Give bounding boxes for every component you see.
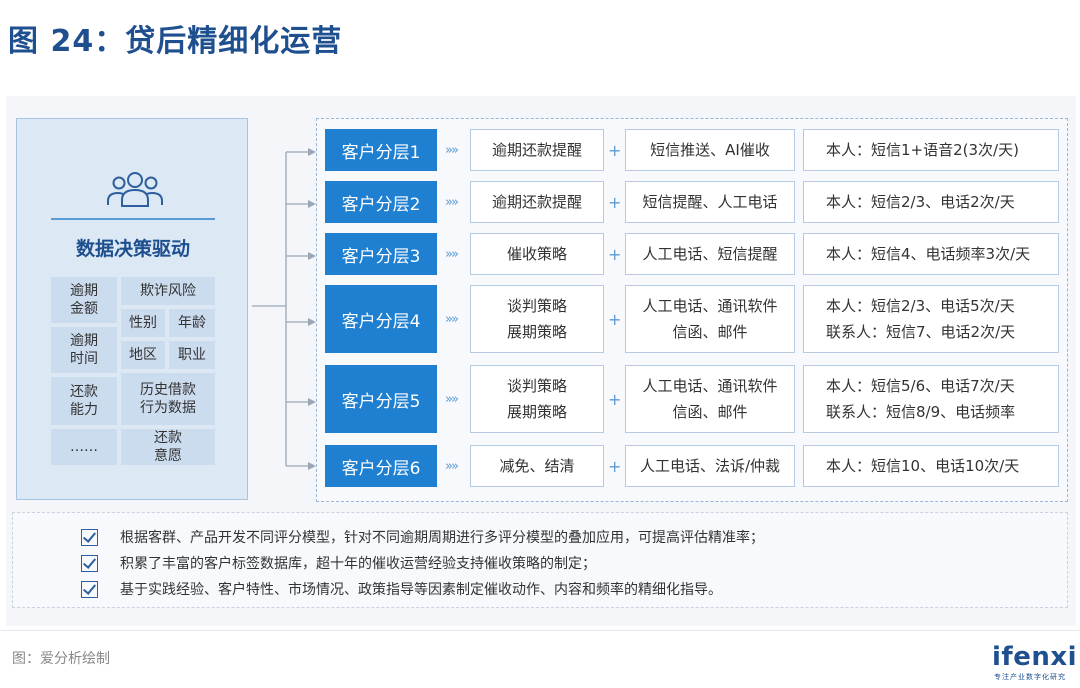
plus-icon: + xyxy=(608,192,622,212)
note-item: 积累了丰富的客户标签数据库，超十年的催收运营经验支持催收策略的制定； xyxy=(81,551,596,575)
frequency-cell: 本人：短信10、电话10次/天 xyxy=(803,445,1059,487)
cell-line: 人工电话、通讯软件 xyxy=(642,377,778,395)
ifenxi-logo: ifenxi xyxy=(992,642,1078,672)
plus-icon: + xyxy=(608,389,622,409)
segment-row: 客户分层4»» 谈判策略 展期策略 人工电话、通讯软件 信函、邮件 本人：短信2/3、电话… xyxy=(317,285,1069,353)
cell-line: 本人：短信4、电话频率3次/天 xyxy=(826,245,1031,263)
segment-label: 客户分层4 xyxy=(325,285,437,353)
cell-line: 信函、邮件 xyxy=(672,323,748,341)
chevrons-right-icon: »» xyxy=(445,142,459,158)
segment-table: 客户分层1»» 逾期还款提醒 短信推送、AI催收 本人：短信1+语音2(3次/天) + 客… xyxy=(316,118,1068,502)
frequency-cell: 本人：短信1+语音2(3次/天) xyxy=(803,129,1059,171)
strategy-cell: 减免、结清 xyxy=(470,445,604,487)
plus-icon: + xyxy=(608,456,622,476)
cell-line: 人工电话、短信提醒 xyxy=(642,245,778,263)
cell-line: 本人：短信1+语音2(3次/天) xyxy=(826,141,1019,159)
chevrons-right-icon: »» xyxy=(445,311,459,327)
notes-box: 根据客群、产品开发不同评分模型，针对不同逾期周期进行多评分模型的叠加应用，可提高… xyxy=(12,512,1068,608)
data-tag: 还款 意愿 xyxy=(121,429,215,465)
chevrons-right-icon: »» xyxy=(445,458,459,474)
cell-line: 本人：短信10、电话10次/天 xyxy=(826,457,1020,475)
cell-line: 催收策略 xyxy=(506,245,567,263)
data-tag: 还款 能力 xyxy=(51,377,117,425)
plus-icon: + xyxy=(608,309,622,329)
cell-line: 短信提醒、人工电话 xyxy=(642,193,778,211)
cell-line: 展期策略 xyxy=(506,323,567,341)
cell-line: 联系人：短信7、电话2次/天 xyxy=(826,323,1016,341)
figure-title: 图 24：贷后精细化运营 xyxy=(8,24,343,59)
cell-line: 谈判策略 xyxy=(506,297,567,315)
cell-line: 减免、结清 xyxy=(499,457,575,475)
data-driven-box: 数据决策驱动 逾期 金额 欺诈风险性别 年龄逾期 时间 地区 职业还款 能力 历史借款 行… xyxy=(16,118,248,500)
strategy-cell: 谈判策略 展期策略 xyxy=(470,365,604,433)
frequency-cell: 本人：短信2/3、电话2次/天 xyxy=(803,181,1059,223)
strategy-cell: 谈判策略 展期策略 xyxy=(470,285,604,353)
note-text: 基于实践经验、客户特性、市场情况、政策指导等因素制定催收动作、内容和频率的精细化… xyxy=(120,582,722,598)
logo-tagline: 专注产业数字化研究 xyxy=(994,673,1066,681)
channel-cell: 人工电话、通讯软件 信函、邮件 xyxy=(625,285,795,353)
note-text: 根据客群、产品开发不同评分模型，针对不同逾期周期进行多评分模型的叠加应用，可提高… xyxy=(120,530,764,546)
segment-row: 客户分层6 »» 减免、结清 人工电话、法诉/仲裁 本人：短信10、电话10次/天 + xyxy=(317,445,1069,487)
segment-label: 客户分层6 xyxy=(325,445,437,487)
cell-line: 短信推送、AI催收 xyxy=(650,141,770,159)
strategy-cell: 逾期还款提醒 xyxy=(470,181,604,223)
plus-icon: + xyxy=(608,140,622,160)
cell-line: 本人：短信2/3、电话5次/天 xyxy=(826,297,1015,315)
data-tag: 地区 xyxy=(121,341,165,369)
cell-line: 逾期还款提醒 xyxy=(491,141,582,159)
checkbox-checked-icon xyxy=(81,528,98,546)
channel-cell: 人工电话、通讯软件 信函、邮件 xyxy=(625,365,795,433)
data-tag: 性别 xyxy=(121,309,165,337)
footer-divider xyxy=(0,630,1080,631)
chevrons-right-icon: »» xyxy=(445,391,459,407)
data-tag: 逾期 金额 xyxy=(51,277,117,323)
strategy-cell: 催收策略 xyxy=(470,233,604,275)
data-tag: 职业 xyxy=(169,341,215,369)
segment-row: 客户分层5»» 谈判策略 展期策略 人工电话、通讯软件 信函、邮件 本人：短信5/6、电话… xyxy=(317,365,1069,433)
segment-row: 客户分层3 »» 催收策略 人工电话、短信提醒 本人：短信4、电话频率3次/天 + xyxy=(317,233,1069,275)
cell-line: 本人：短信5/6、电话7次/天 xyxy=(826,377,1015,395)
frequency-cell: 本人：短信5/6、电话7次/天 联系人：短信8/9、电话频率 xyxy=(803,365,1059,433)
cell-line: 联系人：短信8/9、电话频率 xyxy=(826,403,1016,421)
data-driven-heading: 数据决策驱动 xyxy=(75,238,190,260)
data-tag: 年龄 xyxy=(169,309,215,337)
segment-label: 客户分层1 xyxy=(325,129,437,171)
channel-cell: 短信提醒、人工电话 xyxy=(625,181,795,223)
note-text: 积累了丰富的客户标签数据库，超十年的催收运营经验支持催收策略的制定； xyxy=(120,556,596,572)
heading-divider xyxy=(51,218,215,220)
note-item: 基于实践经验、客户特性、市场情况、政策指导等因素制定催收动作、内容和频率的精细化… xyxy=(81,577,722,601)
channel-cell: 短信推送、AI催收 xyxy=(625,129,795,171)
data-tag: …… xyxy=(51,429,117,465)
plus-icon: + xyxy=(608,244,622,264)
cell-line: 人工电话、法诉/仲裁 xyxy=(639,457,781,475)
channel-cell: 人工电话、短信提醒 xyxy=(625,233,795,275)
cell-line: 逾期还款提醒 xyxy=(491,193,582,211)
cell-line: 人工电话、通讯软件 xyxy=(642,297,778,315)
strategy-cell: 逾期还款提醒 xyxy=(470,129,604,171)
chevrons-right-icon: »» xyxy=(445,246,459,262)
checkbox-checked-icon xyxy=(81,554,98,572)
segment-label: 客户分层2 xyxy=(325,181,437,223)
segment-row: 客户分层2 »» 逾期还款提醒 短信提醒、人工电话 本人：短信2/3、电话2次/天 + xyxy=(317,181,1069,223)
segment-label: 客户分层5 xyxy=(325,365,437,433)
cell-line: 信函、邮件 xyxy=(672,403,748,421)
frequency-cell: 本人：短信2/3、电话5次/天 联系人：短信7、电话2次/天 xyxy=(803,285,1059,353)
source-note: 图：爱分析绘制 xyxy=(12,651,110,667)
cell-line: 展期策略 xyxy=(506,403,567,421)
data-tag: 逾期 时间 xyxy=(51,327,117,373)
cell-line: 谈判策略 xyxy=(506,377,567,395)
segment-label: 客户分层3 xyxy=(325,233,437,275)
frequency-cell: 本人：短信4、电话频率3次/天 xyxy=(803,233,1059,275)
channel-cell: 人工电话、法诉/仲裁 xyxy=(625,445,795,487)
data-tag: 历史借款 行为数据 xyxy=(121,373,215,425)
cell-line: 本人：短信2/3、电话2次/天 xyxy=(826,193,1015,211)
branch-connectors xyxy=(252,148,316,470)
diagram-panel: 数据决策驱动 逾期 金额 欺诈风险性别 年龄逾期 时间 地区 职业还款 能力 历史借款 行… xyxy=(6,96,1076,626)
users-icon xyxy=(107,172,163,207)
data-tag: 欺诈风险 xyxy=(121,277,215,305)
note-item: 根据客群、产品开发不同评分模型，针对不同逾期周期进行多评分模型的叠加应用，可提高… xyxy=(81,525,764,549)
segment-row: 客户分层1 »» 逾期还款提醒 短信推送、AI催收 本人：短信1+语音2(3次/天) + xyxy=(317,129,1069,171)
chevrons-right-icon: »» xyxy=(445,194,459,210)
checkbox-checked-icon xyxy=(81,580,98,598)
